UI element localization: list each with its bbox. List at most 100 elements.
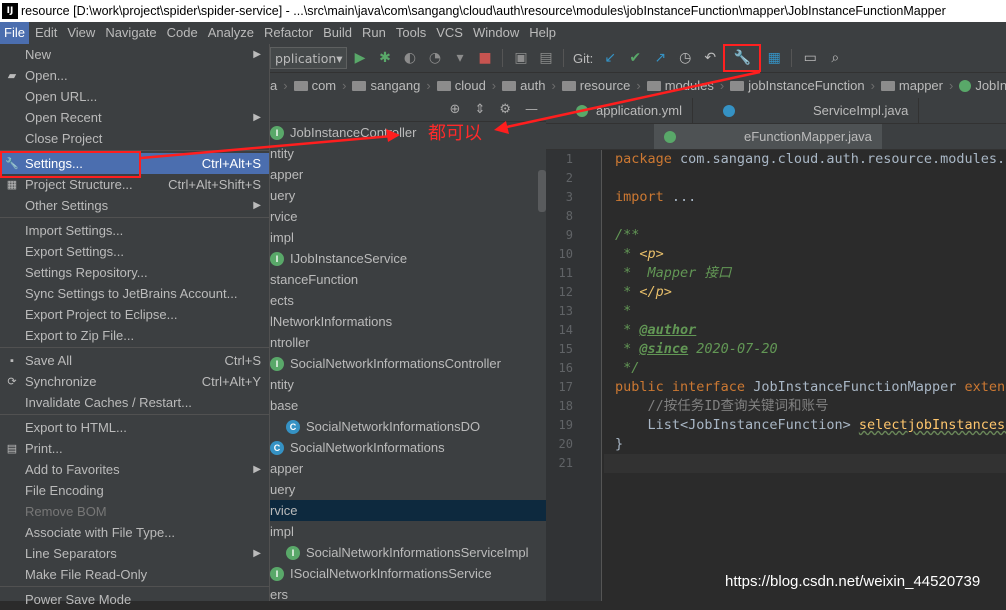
menu-refactor[interactable]: Refactor xyxy=(260,22,317,44)
menu-view[interactable]: View xyxy=(63,22,99,44)
menu-build[interactable]: Build xyxy=(319,22,356,44)
history-icon[interactable]: ◷ xyxy=(673,46,697,70)
tab-application-yml[interactable]: application.yml xyxy=(546,98,693,123)
code-area[interactable]: package com.sangang.cloud.auth.resource.… xyxy=(604,150,1006,601)
menu-item-file-encoding[interactable]: File Encoding xyxy=(0,480,269,501)
project-tree-scrollbar[interactable] xyxy=(538,170,546,212)
coverage-icon[interactable]: ◐ xyxy=(398,46,422,70)
git-commit-icon[interactable]: ✔ xyxy=(623,46,647,70)
tree-node[interactable]: I IJobInstanceService xyxy=(270,248,546,269)
menu-help[interactable]: Help xyxy=(525,22,560,44)
menu-file[interactable]: File xyxy=(0,22,29,44)
run-icon[interactable]: ▶ xyxy=(348,46,372,70)
breadcrumb-item[interactable]: auth › xyxy=(502,78,562,93)
breadcrumb-item[interactable]: resource › xyxy=(561,78,647,93)
menu-item-project-structure[interactable]: ▦ Project Structure... Ctrl+Alt+Shift+S xyxy=(0,174,269,195)
menu-item-other-settings[interactable]: Other Settings ▶ xyxy=(0,195,269,216)
stop-icon[interactable]: ■ xyxy=(473,46,497,70)
menu-tools[interactable]: Tools xyxy=(392,22,430,44)
tree-node[interactable]: apper xyxy=(270,164,546,185)
tree-node[interactable]: ntity xyxy=(270,374,546,395)
menu-window[interactable]: Window xyxy=(469,22,523,44)
git-push-icon[interactable]: ↗ xyxy=(648,46,672,70)
tree-node[interactable]: ntroller xyxy=(270,332,546,353)
breadcrumb-item[interactable]: jobInstanceFunction › xyxy=(730,78,881,93)
menu-item-export-to-zip-file[interactable]: Export to Zip File... xyxy=(0,325,269,346)
menu-code[interactable]: Code xyxy=(163,22,202,44)
breadcrumb-item[interactable]: modules › xyxy=(646,78,730,93)
menu-item-open-recent[interactable]: Open Recent ▶ xyxy=(0,107,269,128)
layout-icon[interactable]: ▣ xyxy=(509,46,533,70)
tree-node[interactable]: rvice xyxy=(270,500,546,521)
menu-run[interactable]: Run xyxy=(358,22,390,44)
tree-node[interactable]: I SocialNetworkInformationsServiceImpl xyxy=(270,542,546,563)
folder-icon xyxy=(880,80,895,91)
tree-node[interactable]: I JobInstanceController xyxy=(270,122,546,143)
menu-item-export-to-html[interactable]: Export to HTML... xyxy=(0,417,269,438)
tree-node[interactable]: I ISocialNetworkInformationsService xyxy=(270,563,546,584)
tree-node[interactable]: impl xyxy=(270,227,546,248)
menu-item-new[interactable]: New ▶ xyxy=(0,44,269,65)
run-configuration-select[interactable]: pplication ▾ xyxy=(270,47,347,69)
frames-icon[interactable]: ▤ xyxy=(534,46,558,70)
menu-item-add-to-favorites[interactable]: Add to Favorites ▶ xyxy=(0,459,269,480)
minimize-icon[interactable]: — xyxy=(525,102,538,117)
breadcrumb-item[interactable]: com › xyxy=(293,78,353,93)
menu-item-make-file-read-only[interactable]: Make File Read-Only xyxy=(0,564,269,585)
breadcrumb-item[interactable]: mapper › xyxy=(880,78,959,93)
tree-node[interactable]: stanceFunction xyxy=(270,269,546,290)
tab-function-mapper[interactable]: eFunctionMapper.java xyxy=(654,124,882,149)
locate-icon[interactable]: ⊕ xyxy=(450,102,461,117)
project-structure-icon[interactable]: ▦ xyxy=(762,46,786,70)
tree-node[interactable]: uery xyxy=(270,185,546,206)
menu-edit[interactable]: Edit xyxy=(31,22,61,44)
folder-icon: ▰ xyxy=(7,70,17,82)
menu-item-associate-with-file-type[interactable]: Associate with File Type... xyxy=(0,522,269,543)
tree-node[interactable]: C SocialNetworkInformationsDO xyxy=(270,416,546,437)
gear-icon[interactable]: ⚙ xyxy=(499,102,511,117)
wrench-icon[interactable]: 🔧 xyxy=(723,44,762,72)
tree-node[interactable]: ects xyxy=(270,290,546,311)
search-icon[interactable]: ⌕ xyxy=(823,46,847,70)
debug-icon[interactable]: ✱ xyxy=(373,46,397,70)
tree-node[interactable]: ntity xyxy=(270,143,546,164)
menu-item-open-url[interactable]: Open URL... xyxy=(0,86,269,107)
menu-item-print[interactable]: ▤ Print... xyxy=(0,438,269,459)
tab-service-impl[interactable]: ServiceImpl.java xyxy=(693,98,920,123)
menu-navigate[interactable]: Navigate xyxy=(101,22,160,44)
menu-item-import-settings[interactable]: Import Settings... xyxy=(0,220,269,241)
menu-item-sync-settings-to-jetbrains-account[interactable]: Sync Settings to JetBrains Account... xyxy=(0,283,269,304)
tree-node[interactable]: I SocialNetworkInformationsController xyxy=(270,353,546,374)
menu-item-line-separators[interactable]: Line Separators ▶ xyxy=(0,543,269,564)
tree-node[interactable]: base xyxy=(270,395,546,416)
menu-item-export-project-to-eclipse[interactable]: Export Project to Eclipse... xyxy=(0,304,269,325)
breadcrumb-item[interactable]: sangang › xyxy=(352,78,436,93)
git-update-icon[interactable]: ↙ xyxy=(598,46,622,70)
tree-node[interactable]: lNetworkInformations xyxy=(270,311,546,332)
collapse-icon[interactable]: ⇕ xyxy=(474,102,485,117)
menu-item-power-save-mode[interactable]: Power Save Mode xyxy=(0,589,269,610)
rollback-icon[interactable]: ↶ xyxy=(698,46,722,70)
menu-item-save-all[interactable]: ▪ Save All Ctrl+S xyxy=(0,350,269,371)
menu-item-synchronize[interactable]: ⟳ Synchronize Ctrl+Alt+Y xyxy=(0,371,269,392)
breadcrumb-item[interactable]: JobInsta xyxy=(959,78,1006,93)
menu-item-invalidate-caches-restart[interactable]: Invalidate Caches / Restart... xyxy=(0,392,269,413)
menu-item-export-settings[interactable]: Export Settings... xyxy=(0,241,269,262)
tree-node[interactable]: C SocialNetworkInformations xyxy=(270,437,546,458)
tree-node[interactable]: rvice xyxy=(270,206,546,227)
menu-item-settings-repository[interactable]: Settings Repository... xyxy=(0,262,269,283)
breadcrumb-item[interactable]: a › xyxy=(270,78,294,93)
tree-node[interactable]: impl xyxy=(270,521,546,542)
attach-icon[interactable]: ▾ xyxy=(448,46,472,70)
profile-icon[interactable]: ◔ xyxy=(423,46,447,70)
tree-node[interactable]: ers xyxy=(270,584,546,601)
menu-vcs[interactable]: VCS xyxy=(432,22,467,44)
menu-analyze[interactable]: Analyze xyxy=(204,22,258,44)
tree-node[interactable]: apper xyxy=(270,458,546,479)
tree-node[interactable]: uery xyxy=(270,479,546,500)
menu-item-open[interactable]: ▰ Open... xyxy=(0,65,269,86)
menu-item-close-project[interactable]: Close Project xyxy=(0,128,269,149)
breadcrumb-item[interactable]: cloud › xyxy=(436,78,502,93)
terminal-icon[interactable]: ▭ xyxy=(798,46,822,70)
menu-item-settings[interactable]: 🔧 Settings... Ctrl+Alt+S xyxy=(0,153,269,174)
